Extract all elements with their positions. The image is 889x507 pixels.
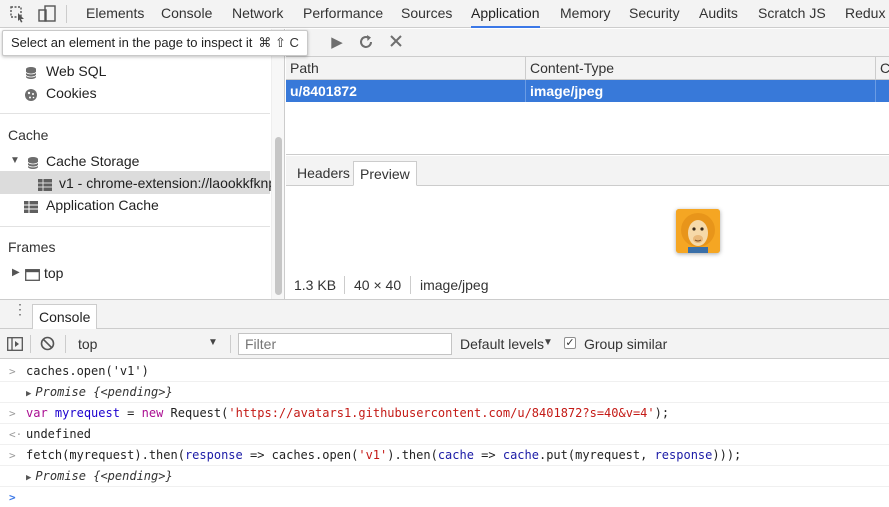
toolbar-separator	[230, 335, 231, 353]
tab-memory[interactable]: Memory	[560, 0, 611, 28]
sidebar-item-label: Cache Storage	[46, 153, 140, 169]
active-prompt-icon: >	[9, 491, 16, 504]
avatar-image-preview	[676, 209, 720, 253]
drawer-menu-icon[interactable]: ⋮	[13, 302, 27, 316]
toolbar-separator	[30, 335, 31, 353]
table-header: Path Content-Type C	[286, 57, 889, 80]
sidebar-divider	[0, 226, 270, 227]
table-icon	[38, 176, 52, 191]
inspect-element-icon[interactable]	[9, 5, 27, 23]
tab-application[interactable]: Application	[463, 0, 547, 28]
input-prompt-icon: >	[9, 365, 16, 378]
console-prompt[interactable]: >	[0, 487, 889, 507]
tooltip-text: Select an element in the page to inspect…	[11, 35, 253, 50]
input-prompt-icon: >	[9, 407, 16, 420]
expand-triangle-icon[interactable]: ▶	[12, 262, 20, 284]
sidebar-item-label: top	[44, 265, 64, 281]
sidebar-scrollbar[interactable]	[271, 29, 284, 299]
drawer-tabbar: ⋮ Console	[0, 299, 889, 330]
cookie-icon	[24, 86, 38, 101]
refresh-icon[interactable]	[357, 34, 375, 52]
tab-security[interactable]: Security	[629, 0, 680, 28]
table-icon	[24, 198, 38, 213]
console-toolbar: top ▼ Default levels ▼ ✓ Group similar	[0, 329, 889, 359]
device-toolbar-icon[interactable]	[38, 5, 56, 23]
table-row[interactable]: u/8401872 image/jpeg	[286, 80, 889, 102]
response-tabs: Headers Preview	[286, 156, 889, 186]
context-selector[interactable]: top	[78, 336, 97, 352]
frame-icon	[25, 266, 40, 281]
preview-size: 1.3 KB	[294, 277, 337, 293]
result-object[interactable]: ▶ Promise {<pending>}	[26, 466, 173, 489]
tab-headers[interactable]: Headers	[291, 161, 356, 186]
group-similar-label: Group similar	[584, 336, 668, 352]
levels-dropdown-icon[interactable]: ▼	[543, 337, 553, 348]
preview-dimensions: 40 × 40	[354, 277, 402, 293]
section-frames: Frames	[8, 239, 56, 255]
application-sidebar: Web SQL Cookies Cache ▼ Cache Storage v1…	[0, 29, 285, 299]
inspect-tooltip: Select an element in the page to inspect…	[2, 30, 308, 56]
preview-body: 1.3 KB 40 × 40 image/jpeg	[286, 186, 889, 299]
tab-console[interactable]: Console	[161, 0, 212, 28]
sidebar-item-label: v1 - chrome-extension://laookkfknp	[59, 175, 277, 191]
console-result-line: ▶ Promise {<pending>}	[0, 382, 889, 403]
tab-audits[interactable]: Audits	[699, 0, 738, 28]
column-header-content-type[interactable]: Content-Type	[526, 57, 876, 80]
cache-toolbar: ▶	[286, 29, 889, 57]
tab-elements[interactable]: Elements	[86, 0, 144, 28]
console-command: fetch(myrequest).then(response => caches…	[26, 448, 742, 462]
meta-separator	[344, 276, 345, 294]
console-command: var myrequest = new Request('https://ava…	[26, 406, 670, 420]
toolbar-separator	[65, 335, 66, 353]
console-input-line: > caches.open('v1')	[0, 361, 889, 382]
tab-redux[interactable]: Redux	[845, 0, 885, 28]
console-input-line: > var myrequest = new Request('https://a…	[0, 403, 889, 424]
database-icon	[26, 154, 40, 169]
console-result-line: <· undefined	[0, 424, 889, 445]
play-icon[interactable]: ▶	[328, 34, 346, 52]
table-cell-path: u/8401872	[286, 80, 526, 102]
section-cache: Cache	[8, 127, 49, 143]
table-cell-content-type: image/jpeg	[526, 80, 876, 102]
column-header-truncated[interactable]: C	[876, 57, 889, 80]
tabbar-separator	[66, 5, 67, 23]
tab-network[interactable]: Network	[232, 0, 283, 28]
result-value: undefined	[26, 427, 92, 441]
log-levels-dropdown[interactable]: Default levels	[460, 336, 544, 352]
preview-mime-type: image/jpeg	[420, 277, 489, 293]
drawer-tab-console[interactable]: Console	[32, 304, 98, 330]
console-command: caches.open('v1')	[26, 364, 149, 378]
console-filter-input[interactable]	[238, 333, 452, 355]
scrollbar-thumb[interactable]	[275, 137, 282, 295]
result-arrow-icon: <·	[9, 428, 23, 441]
database-icon	[24, 64, 38, 79]
tab-performance[interactable]: Performance	[303, 0, 383, 28]
cache-entries-table: Path Content-Type C u/8401872 image/jpeg	[286, 57, 889, 155]
devtools-tabbar: Elements Console Network Performance Sou…	[0, 0, 889, 28]
sidebar-divider	[0, 113, 270, 114]
console-messages[interactable]: > caches.open('v1') ▶ Promise {<pending>}…	[0, 359, 889, 507]
sidebar-item-label: Web SQL	[46, 63, 107, 79]
tab-scratch-js[interactable]: Scratch JS	[758, 0, 826, 28]
expand-triangle-icon[interactable]: ▶	[26, 473, 31, 483]
input-prompt-icon: >	[9, 449, 16, 462]
expand-triangle-icon[interactable]: ▼	[10, 150, 20, 172]
column-header-path[interactable]: Path	[286, 57, 526, 80]
console-result-line: ▶ Promise {<pending>}	[0, 466, 889, 487]
result-object[interactable]: ▶ Promise {<pending>}	[26, 382, 173, 405]
tooltip-shortcut: ⌘ ⇧ C	[258, 35, 299, 50]
group-similar-checkbox[interactable]: ✓	[564, 337, 576, 349]
sidebar-item-label: Application Cache	[46, 197, 159, 213]
meta-separator	[410, 276, 411, 294]
tab-preview[interactable]: Preview	[353, 161, 417, 186]
sidebar-item-label: Cookies	[46, 85, 97, 101]
clear-console-icon[interactable]	[40, 336, 55, 354]
expand-triangle-icon[interactable]: ▶	[26, 389, 31, 399]
clear-icon[interactable]	[387, 34, 405, 52]
console-input-line: > fetch(myrequest).then(response => cach…	[0, 445, 889, 466]
show-sidebar-icon[interactable]	[7, 337, 23, 354]
context-dropdown-icon[interactable]: ▼	[208, 337, 218, 348]
tab-sources[interactable]: Sources	[401, 0, 452, 28]
